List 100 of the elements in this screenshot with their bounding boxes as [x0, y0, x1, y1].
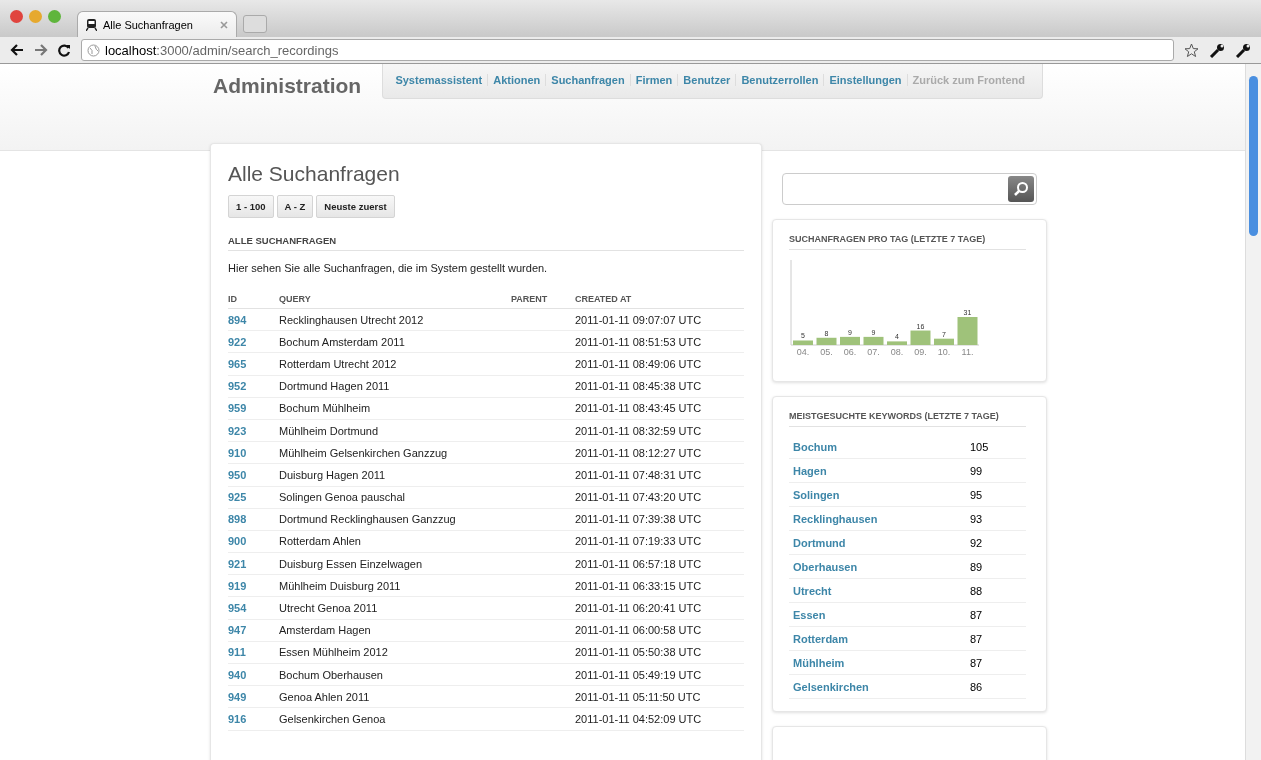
date-cell: 2011-01-11 08:45:38 UTC [575, 375, 744, 398]
query-cell: Duisburg Essen Einzelwagen [279, 552, 511, 575]
date-cell: 2011-01-11 06:20:41 UTC [575, 596, 744, 620]
axis-label: 09. [914, 347, 927, 357]
nav-link[interactable]: Suchanfragen [545, 74, 630, 86]
keyword-link[interactable]: Gelsenkirchen [789, 675, 966, 699]
search-icon [1013, 181, 1029, 197]
nav-link[interactable]: Einstellungen [823, 74, 907, 86]
date-cell: 2011-01-11 08:51:53 UTC [575, 330, 744, 353]
id-link[interactable]: 949 [228, 685, 279, 708]
reload-icon[interactable] [58, 43, 71, 57]
date-cell: 2011-01-11 05:49:19 UTC [575, 663, 744, 686]
id-link[interactable]: 965 [228, 352, 279, 376]
scrollbar[interactable] [1245, 64, 1261, 760]
date-cell: 2011-01-11 07:39:38 UTC [575, 508, 744, 531]
bar [793, 340, 813, 345]
axis-label: 11. [961, 347, 974, 357]
count-cell: 92 [966, 531, 1026, 555]
id-link[interactable]: 911 [228, 641, 279, 664]
count-cell: 93 [966, 507, 1026, 531]
id-link[interactable]: 923 [228, 419, 279, 442]
date-cell: 2011-01-11 07:19:33 UTC [575, 530, 744, 553]
column-header: QUERY [279, 294, 511, 309]
keyword-link[interactable]: Hagen [789, 459, 966, 483]
id-link[interactable]: 894 [228, 308, 279, 331]
column-header: PARENT [511, 294, 575, 309]
keyword-link[interactable]: Rotterdam [789, 627, 966, 651]
nav-link[interactable]: Benutzer [677, 74, 736, 86]
id-link[interactable]: 916 [228, 707, 279, 731]
id-link[interactable]: 925 [228, 486, 279, 509]
star-icon[interactable] [1184, 42, 1199, 58]
id-link[interactable]: 952 [228, 375, 279, 398]
page-heading: Alle Suchanfragen [228, 162, 401, 186]
scroll-thumb[interactable] [1249, 76, 1258, 236]
card-heading: SUCHANFRAGEN PRO TAG (LETZTE 7 TAGE) [789, 234, 1026, 250]
id-link[interactable]: 910 [228, 441, 279, 464]
count-cell: 87 [966, 603, 1026, 627]
id-link[interactable]: 954 [228, 596, 279, 620]
bar [863, 336, 884, 345]
query-cell: Recklinghausen Utrecht 2012 [279, 308, 511, 331]
search-button[interactable] [1008, 176, 1034, 202]
keyword-link[interactable]: Solingen [789, 483, 966, 507]
query-cell: Essen Mühlheim 2012 [279, 641, 511, 664]
keyword-link[interactable]: Oberhausen [789, 555, 966, 579]
nav-link[interactable]: Firmen [629, 74, 678, 86]
id-link[interactable]: 900 [228, 530, 279, 553]
keyword-link[interactable]: Essen [789, 603, 966, 627]
wrench-icon[interactable] [1209, 42, 1225, 58]
axis-label: 10. [937, 347, 951, 357]
axis-label: 05. [820, 347, 833, 357]
query-cell: Duisburg Hagen 2011 [279, 463, 511, 486]
sort-button[interactable]: Neuste zuerst [316, 195, 395, 218]
id-link[interactable]: 919 [228, 574, 279, 597]
count-cell: 88 [966, 579, 1026, 603]
keyword-link[interactable]: Utrecht [789, 579, 966, 603]
date-cell: 2011-01-11 06:57:18 UTC [575, 552, 744, 575]
close-button[interactable] [10, 10, 23, 23]
back-icon[interactable] [10, 44, 24, 56]
id-link[interactable]: 898 [228, 508, 279, 531]
bar [887, 341, 907, 345]
wrench-icon[interactable] [1235, 42, 1251, 58]
query-cell: Gelsenkirchen Genoa [279, 707, 511, 731]
bar [934, 338, 954, 345]
axis-label: 07. [867, 347, 880, 357]
browser-tab[interactable]: Alle Suchanfragen [77, 11, 237, 37]
date-cell: 2011-01-11 06:33:15 UTC [575, 574, 744, 597]
description-text: Hier sehen Sie alle Suchanfragen, die im System gestellt wurden. [228, 262, 549, 274]
keyword-link[interactable]: Mühlheim [789, 651, 966, 675]
keyword-link[interactable]: Recklinghausen [789, 507, 966, 531]
sort-button[interactable]: 1 - 100 [228, 195, 274, 218]
count-cell: 87 [966, 627, 1026, 651]
column-header: ID [228, 294, 279, 309]
query-cell: Rotterdam Ahlen [279, 530, 511, 553]
sort-button[interactable]: A - Z [276, 195, 314, 218]
keyword-link[interactable]: Bochum [789, 435, 966, 459]
date-cell: 2011-01-11 08:12:27 UTC [575, 441, 744, 464]
nav-link[interactable]: Systemassistent [395, 74, 488, 86]
count-cell: 105 [966, 435, 1026, 459]
query-cell: Solingen Genoa pauschal [279, 486, 511, 509]
id-link[interactable]: 940 [228, 663, 279, 686]
nav-link[interactable]: Benutzerrollen [735, 74, 824, 86]
query-cell: Utrecht Genoa 2011 [279, 596, 511, 620]
id-link[interactable]: 921 [228, 552, 279, 575]
close-icon[interactable] [220, 20, 228, 29]
forward-icon[interactable] [34, 44, 48, 56]
nav-link[interactable]: Aktionen [487, 74, 546, 86]
id-link[interactable]: 947 [228, 619, 279, 642]
date-cell: 2011-01-11 09:07:07 UTC [575, 308, 744, 331]
tab-title: Alle Suchanfragen [103, 18, 194, 31]
id-link[interactable]: 922 [228, 330, 279, 353]
zoom-button[interactable] [48, 10, 61, 23]
address-bar[interactable]: localhost:3000/admin/search_recordings [81, 39, 1174, 61]
search-field[interactable] [782, 173, 1037, 205]
column-header: CREATED AT [575, 294, 744, 309]
id-link[interactable]: 950 [228, 463, 279, 486]
id-link[interactable]: 959 [228, 397, 279, 420]
site-title: Administration [213, 74, 363, 98]
keyword-link[interactable]: Dortmund [789, 531, 966, 555]
date-cell: 2011-01-11 06:00:58 UTC [575, 619, 744, 642]
query-cell: Dortmund Hagen 2011 [279, 375, 511, 398]
